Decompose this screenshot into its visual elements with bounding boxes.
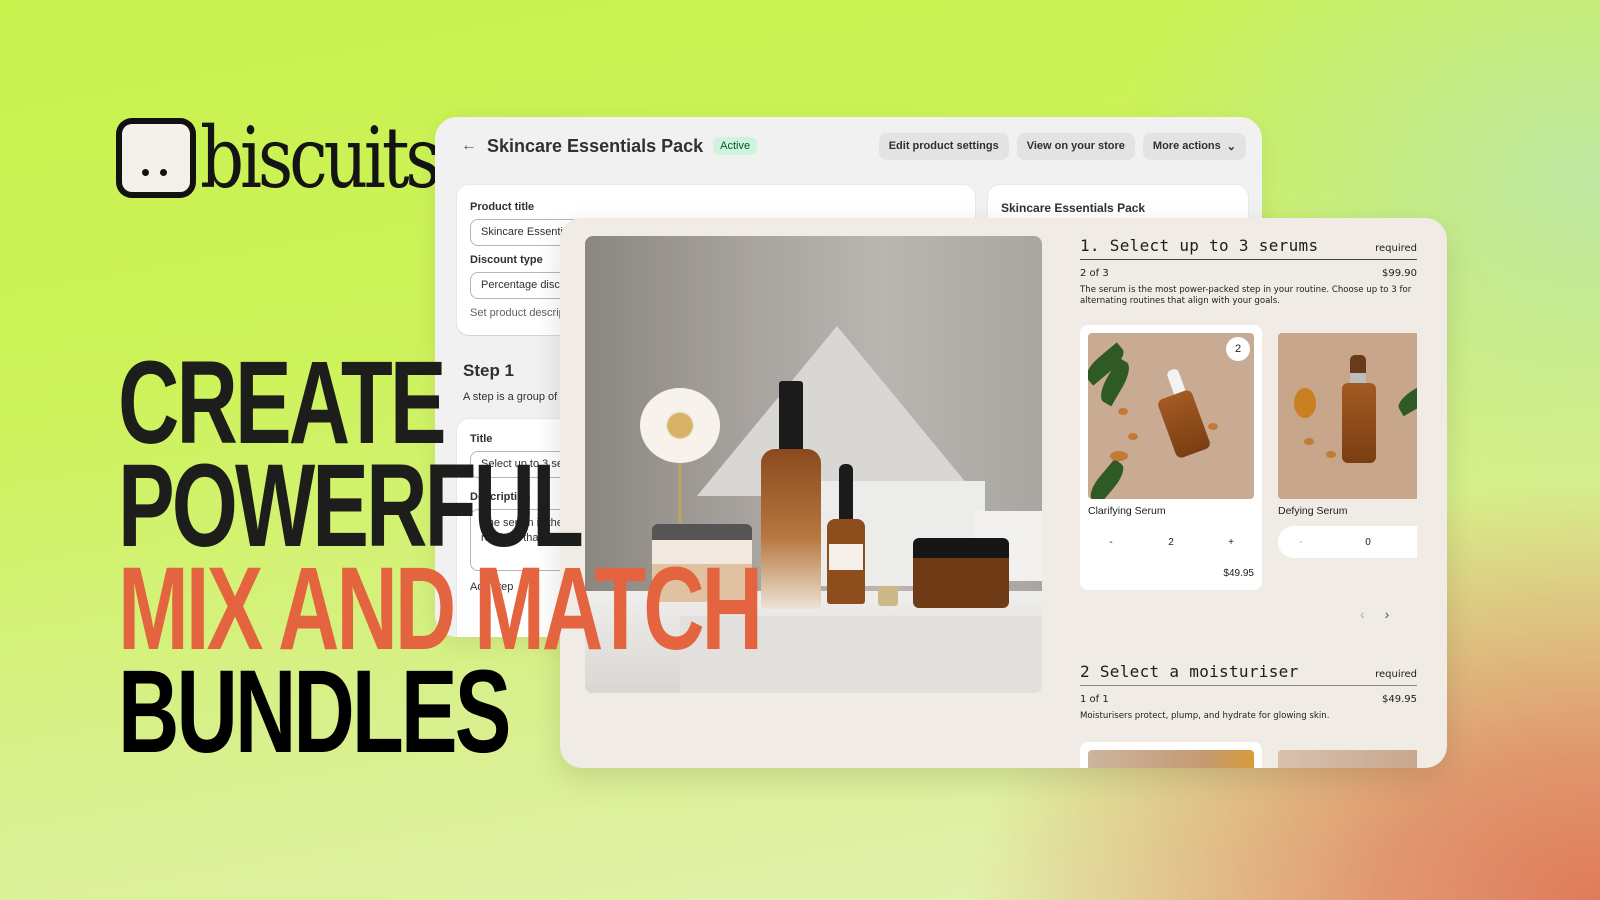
brand-wordmark: biscuits [200, 109, 441, 207]
step-1-progress: 2 of 3 [1080, 268, 1109, 279]
product-image [1088, 750, 1254, 768]
product-title-label: Product title [470, 201, 535, 213]
step-1-header: 1. Select up to 3 serums required [1080, 236, 1417, 260]
dropper-bottle [827, 464, 865, 604]
product-name: Clarifying Serum [1088, 505, 1166, 517]
step-2-meta: 1 of 1 $49.95 [1080, 694, 1417, 705]
more-actions-label: More actions [1152, 140, 1221, 152]
brand-logo: biscuits [118, 109, 489, 207]
drop-icon [1208, 423, 1218, 430]
carousel-nav: ‹ › [1360, 606, 1389, 622]
admin-header: ← Skincare Essentials Pack Active Edit p… [461, 131, 1246, 161]
step-2-required: required [1375, 669, 1417, 680]
product-card[interactable] [1080, 742, 1262, 768]
step-1-title: 1. Select up to 3 serums [1080, 236, 1319, 255]
logo-eye-left [142, 169, 149, 176]
drop-icon [1326, 451, 1336, 458]
arrow-left-icon[interactable]: ← [461, 137, 477, 155]
step-1-total: $99.90 [1382, 268, 1417, 279]
step-2-title: 2 Select a moisturiser [1080, 662, 1299, 681]
product-card[interactable]: 2 Clarifying Serum - 2 + $49.95 [1080, 325, 1262, 590]
chevron-down-icon: ⌄ [1226, 140, 1236, 153]
gold-cap [878, 586, 898, 606]
header-actions: Edit product settings View on your store… [878, 132, 1246, 160]
edit-product-settings-button[interactable]: Edit product settings [878, 132, 1009, 160]
drop-icon [1128, 433, 1138, 440]
bundle-step-1: 1. Select up to 3 serums required 2 of 3… [1080, 236, 1417, 306]
serum-bottle [1156, 388, 1212, 460]
step-1-description: The serum is the most power-packed step … [1080, 285, 1412, 306]
dropper-bottle-label [829, 544, 863, 570]
more-actions-button[interactable]: More actions ⌄ [1142, 132, 1246, 160]
product-name: Defying Serum [1278, 505, 1348, 517]
decrease-quantity-button[interactable]: - [1104, 537, 1118, 548]
step-1-product-carousel: 2 Clarifying Serum - 2 + $49.95 Defying … [1080, 325, 1417, 590]
quantity-stepper: - 0 + [1278, 526, 1417, 558]
leaf-icon [1088, 458, 1129, 499]
chevron-right-icon[interactable]: › [1385, 606, 1390, 622]
drop-icon [1294, 388, 1316, 418]
step-1-required: required [1375, 243, 1417, 254]
bundle-step-2: 2 Select a moisturiser required 1 of 1 $… [1080, 662, 1417, 722]
cookie-face-icon [118, 120, 194, 196]
spray-bottle-body [761, 449, 821, 609]
product-card[interactable]: Defying Serum - 0 + $49.95 [1270, 325, 1417, 590]
dropper-cap [839, 464, 853, 519]
selected-quantity-badge: 2 [1226, 337, 1250, 361]
decrease-quantity-button[interactable]: - [1294, 537, 1308, 548]
headline-line-4: BUNDLES [118, 646, 511, 778]
step-2-header: 2 Select a moisturiser required [1080, 662, 1417, 686]
drop-icon [1304, 438, 1314, 445]
serum-bottle [1342, 383, 1376, 463]
logo-eye-right [160, 169, 167, 176]
amber-jar [913, 538, 1009, 608]
step-2-progress: 1 of 1 [1080, 694, 1109, 705]
dropper-icon [1350, 355, 1366, 385]
increase-quantity-button[interactable]: + [1224, 537, 1238, 548]
discount-type-label: Discount type [470, 254, 543, 266]
view-on-store-button[interactable]: View on your store [1016, 132, 1135, 160]
side-card-title: Skincare Essentials Pack [1001, 201, 1146, 215]
spray-bottle [761, 381, 821, 609]
quantity-value: 0 [1365, 536, 1371, 548]
step-2-description: Moisturisers protect, plump, and hydrate… [1080, 711, 1330, 721]
product-image [1278, 333, 1417, 499]
headline: CREATE POWERFUL MIX AND MATCH BUNDLES [118, 344, 763, 778]
drop-icon [1110, 451, 1128, 461]
step-1-meta: 2 of 3 $99.90 [1080, 268, 1417, 279]
chevron-left-icon[interactable]: ‹ [1360, 606, 1365, 622]
status-badge: Active [713, 137, 758, 155]
product-card[interactable] [1278, 750, 1417, 768]
leaf-icon [1394, 377, 1417, 417]
product-price: $49.95 [1223, 568, 1254, 579]
drop-icon [1118, 408, 1128, 415]
spray-nozzle [779, 381, 803, 451]
step-2-total: $49.95 [1382, 694, 1417, 705]
quantity-value: 2 [1168, 536, 1174, 548]
quantity-stepper: - 2 + [1088, 526, 1254, 558]
page-title: Skincare Essentials Pack [487, 135, 704, 156]
step-2-product-carousel [1080, 742, 1417, 768]
